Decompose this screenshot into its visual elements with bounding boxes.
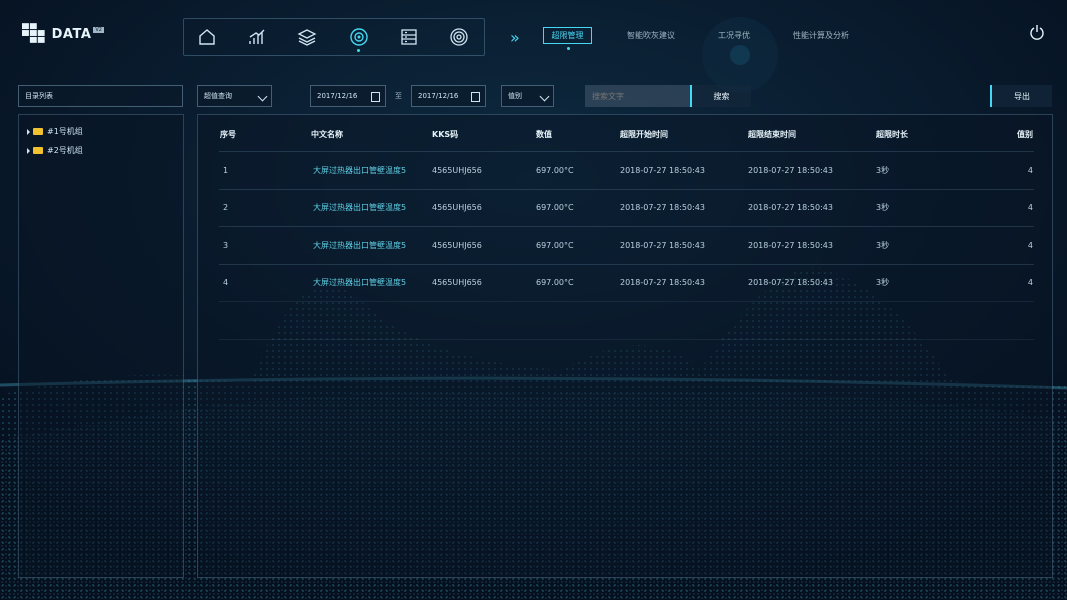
cell-index: 1	[219, 151, 310, 189]
cell-shift: 4	[990, 263, 1034, 302]
cell-start-time: 2018-07-27 18:50:43	[619, 151, 747, 189]
cell-end-time: 2018-07-27 18:50:43	[747, 188, 875, 227]
table-row[interactable]: 2 大屏过热器出口管壁温度5 4565UHJ656 697.00°C 2018-…	[219, 188, 1034, 227]
cell-value: 697.00°C	[535, 226, 619, 264]
cell-index: 3	[219, 226, 310, 264]
tree-item-label: #1号机组	[47, 127, 83, 136]
directory-tree-panel: #1号机组 #2号机组	[18, 114, 184, 578]
table-header-row: 序号 中文名称 KKS码 数值 超限开始时间 超限结束时间 超限时长 值别	[219, 117, 1034, 152]
cell-duration: 3秒	[875, 226, 990, 264]
cell-start-time: 2018-07-27 18:50:43	[619, 188, 747, 227]
cell-name: 大屏过热器出口管壁温度5	[310, 263, 431, 302]
search-button[interactable]: 搜索	[690, 85, 751, 107]
nav-icon-bar	[183, 18, 485, 56]
chevron-right-icon: »	[510, 28, 520, 47]
cell-kks: 4565UHJ656	[431, 226, 535, 264]
chevron-down-icon	[257, 91, 268, 102]
cell-start-time: 2018-07-27 18:50:43	[619, 226, 747, 264]
cell-name: 大屏过热器出口管壁温度5	[310, 188, 431, 227]
chevron-down-icon	[539, 91, 550, 102]
date-from-value: 2017/12/16	[317, 92, 358, 100]
tree-item-label: #2号机组	[47, 146, 83, 155]
category-value: 值别	[508, 92, 522, 100]
empty-table-row	[219, 338, 1034, 376]
directory-list-label: 目录列表	[18, 85, 183, 107]
cell-value: 697.00°C	[535, 188, 619, 227]
logo-grid-icon	[22, 23, 45, 43]
folder-icon	[33, 147, 43, 154]
cell-duration: 3秒	[875, 263, 990, 302]
cell-value: 697.00°C	[535, 263, 619, 302]
date-from-input[interactable]: 2017/12/16	[310, 85, 386, 107]
tab-condition-optimization[interactable]: 工况寻优	[718, 30, 750, 41]
chart-icon[interactable]	[247, 27, 267, 47]
col-header-start-time: 超限开始时间	[620, 129, 668, 139]
folder-icon	[33, 128, 43, 135]
logo-badge: V2	[93, 27, 104, 33]
col-header-value: 数值	[536, 129, 552, 139]
cell-index: 2	[219, 188, 310, 227]
caret-right-icon	[27, 128, 30, 135]
export-button[interactable]: 导出	[990, 85, 1052, 107]
category-select[interactable]: 值别	[501, 85, 554, 107]
search-input[interactable]	[585, 85, 690, 107]
cell-end-time: 2018-07-27 18:50:43	[747, 151, 875, 189]
cell-kks: 4565UHJ656	[431, 263, 535, 302]
cell-value: 697.00°C	[535, 151, 619, 189]
cell-end-time: 2018-07-27 18:50:43	[747, 226, 875, 264]
cell-name: 大屏过热器出口管壁温度5	[310, 226, 431, 264]
cell-name: 大屏过热器出口管壁温度5	[310, 151, 431, 189]
cell-start-time: 2018-07-27 18:50:43	[619, 263, 747, 302]
tab-sootblowing[interactable]: 智能吹灰建议	[627, 30, 675, 41]
cell-index: 4	[219, 263, 310, 302]
layers-icon[interactable]	[297, 27, 317, 47]
cell-shift: 4	[990, 151, 1034, 189]
table-row[interactable]: 1 大屏过热器出口管壁温度5 4565UHJ656 697.00°C 2018-…	[219, 151, 1034, 189]
date-range-separator: 至	[395, 92, 402, 100]
table-row[interactable]: 4 大屏过热器出口管壁温度5 4565UHJ656 697.00°C 2018-…	[219, 263, 1034, 302]
date-to-input[interactable]: 2017/12/16	[411, 85, 486, 107]
date-to-value: 2017/12/16	[418, 92, 459, 100]
cell-end-time: 2018-07-27 18:50:43	[747, 263, 875, 302]
caret-right-icon	[27, 147, 30, 154]
cell-kks: 4565UHJ656	[431, 151, 535, 189]
target-icon[interactable]	[349, 27, 369, 47]
tab-overlimit[interactable]: 超限管理	[543, 27, 592, 44]
col-header-end-time: 超限结束时间	[748, 129, 796, 139]
cell-shift: 4	[990, 188, 1034, 227]
table-row[interactable]: 3 大屏过热器出口管壁温度5 4565UHJ656 697.00°C 2018-…	[219, 226, 1034, 264]
active-tab-indicator	[567, 47, 570, 50]
col-header-duration: 超限时长	[876, 129, 908, 139]
col-header-shift: 值别	[1017, 129, 1033, 139]
active-nav-indicator	[357, 49, 360, 52]
results-table: 序号 中文名称 KKS码 数值 超限开始时间 超限结束时间 超限时长 值别 1 …	[219, 117, 1034, 376]
col-header-name: 中文名称	[311, 129, 343, 139]
cell-duration: 3秒	[875, 151, 990, 189]
server-icon[interactable]	[399, 27, 419, 47]
tree-item-unit-2[interactable]: #2号机组	[27, 145, 183, 156]
results-table-panel: 序号 中文名称 KKS码 数值 超限开始时间 超限结束时间 超限时长 值别 1 …	[197, 114, 1053, 578]
query-type-value: 超值查询	[204, 92, 232, 100]
tab-performance-analysis[interactable]: 性能计算及分析	[793, 30, 849, 41]
calendar-icon	[371, 92, 380, 102]
logo: DATA V2	[22, 22, 104, 46]
cell-shift: 4	[990, 226, 1034, 264]
cell-kks: 4565UHJ656	[431, 188, 535, 227]
empty-table-row	[219, 301, 1034, 339]
tree-item-unit-1[interactable]: #1号机组	[27, 126, 183, 137]
radar-icon[interactable]	[449, 27, 469, 47]
calendar-icon	[471, 92, 480, 102]
col-header-index: 序号	[220, 129, 236, 139]
logo-text: DATA	[51, 26, 92, 42]
query-type-select[interactable]: 超值查询	[197, 85, 272, 107]
cell-duration: 3秒	[875, 188, 990, 227]
power-icon[interactable]	[1029, 24, 1045, 40]
home-icon[interactable]	[197, 27, 217, 47]
col-header-kks: KKS码	[432, 129, 459, 139]
